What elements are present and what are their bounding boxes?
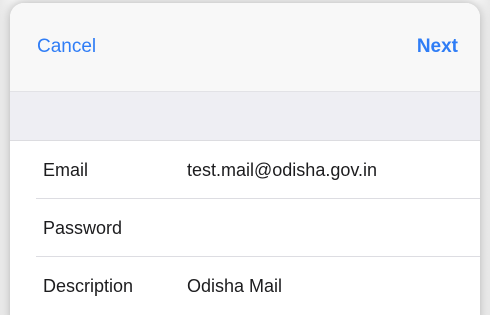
email-row[interactable]: Email xyxy=(10,141,480,199)
description-field[interactable] xyxy=(187,274,457,298)
account-form: Email Password Description xyxy=(10,141,480,315)
next-button[interactable]: Next xyxy=(417,35,458,59)
screen: Cancel Next Email Password Description xyxy=(0,0,490,315)
cancel-button[interactable]: Cancel xyxy=(37,35,96,59)
email-label: Email xyxy=(43,160,89,180)
password-row[interactable]: Password xyxy=(10,199,480,257)
account-setup-sheet: Cancel Next Email Password Description xyxy=(10,3,480,315)
password-label: Password xyxy=(43,218,123,238)
description-label: Description xyxy=(43,276,134,296)
password-field[interactable] xyxy=(187,216,457,240)
navigation-bar: Cancel Next xyxy=(10,3,480,91)
description-row[interactable]: Description xyxy=(10,257,480,315)
email-field[interactable] xyxy=(187,158,457,182)
section-spacer xyxy=(10,91,480,141)
